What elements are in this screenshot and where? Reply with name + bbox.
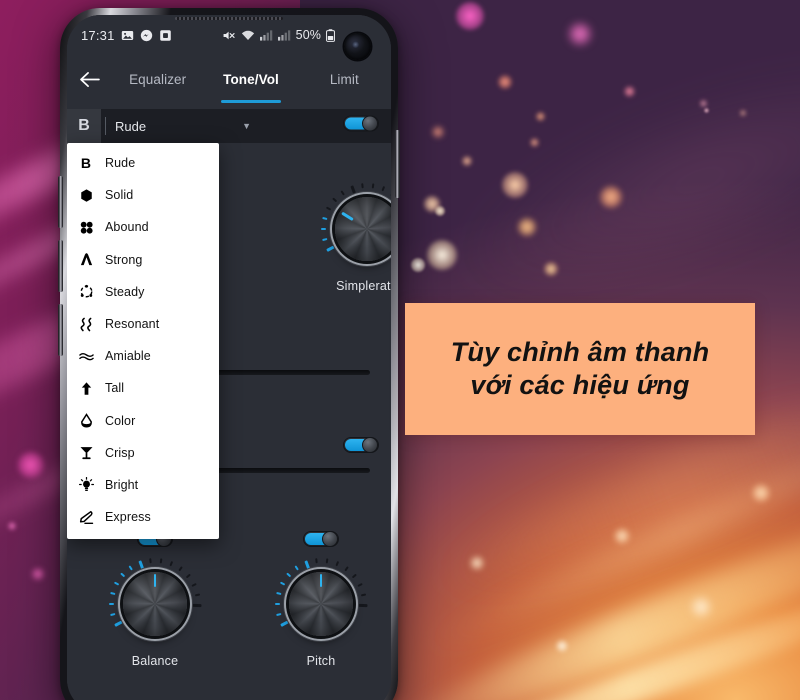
- bixby-button[interactable]: [58, 304, 63, 356]
- dropdown-item-tall[interactable]: Tall: [67, 372, 219, 404]
- back-arrow-icon[interactable]: [67, 71, 111, 88]
- dropdown-item-color[interactable]: Color: [67, 405, 219, 437]
- dropdown-item-label: Express: [105, 510, 151, 525]
- dropdown-item-resonant[interactable]: Resonant: [67, 308, 219, 340]
- dropdown-item-amiable[interactable]: Amiable: [67, 340, 219, 372]
- bold-b-icon: B: [79, 156, 105, 171]
- battery-percent-label: 50%: [295, 28, 321, 42]
- dropdown-item-label: Abound: [105, 220, 149, 235]
- callout-line-1: Tùy chỉnh âm thanh: [450, 337, 710, 368]
- dashed-circle-icon: [79, 284, 105, 299]
- peak-icon: [79, 252, 105, 267]
- promo-callout-box: Tùy chỉnh âm thanh với các hiệu ứng: [405, 303, 755, 435]
- effect-toggle-secondary[interactable]: [343, 437, 379, 458]
- phone-screen-bezel: 17:31 50% Equalizer Tone/Vol Limit B Rud…: [67, 15, 391, 700]
- wifi-icon: [241, 29, 255, 42]
- app-screen: 17:31 50% Equalizer Tone/Vol Limit B Rud…: [67, 15, 391, 700]
- dropdown-item-label: Amiable: [105, 349, 151, 364]
- dropdown-item-label: Color: [105, 413, 136, 428]
- front-camera-punch-hole: [344, 33, 371, 60]
- dropdown-item-solid[interactable]: Solid: [67, 179, 219, 211]
- dropdown-item-rude[interactable]: B Rude: [67, 147, 219, 179]
- status-clock: 17:31: [81, 27, 115, 43]
- messenger-icon: [140, 29, 153, 42]
- preset-badge-icon: B: [67, 109, 101, 143]
- knob-unit-pitch: Pitch: [275, 531, 368, 668]
- knob-pointer: [153, 574, 157, 587]
- knob-pitch[interactable]: [275, 558, 368, 650]
- dropdown-item-label: Steady: [105, 284, 145, 299]
- power-button[interactable]: [395, 130, 400, 198]
- pen-icon: [79, 510, 105, 525]
- preset-selected-label: Rude: [115, 118, 147, 134]
- tab-tone-vol[interactable]: Tone/Vol: [204, 55, 297, 103]
- phone-device-frame: 17:31 50% Equalizer Tone/Vol Limit B Rud…: [58, 8, 400, 700]
- navigation-tab-bar: Equalizer Tone/Vol Limit: [67, 55, 391, 103]
- knob-balance[interactable]: [109, 558, 202, 650]
- double-wave-icon: [79, 317, 105, 332]
- app-icon: [159, 29, 172, 42]
- tab-limit[interactable]: Limit: [298, 55, 391, 103]
- knob-simplerate[interactable]: [321, 183, 391, 275]
- hexagon-icon: [79, 188, 105, 203]
- dropdown-item-label: Bright: [105, 477, 139, 492]
- tab-equalizer[interactable]: Equalizer: [111, 55, 204, 103]
- knob-unit-balance: Balance: [109, 531, 202, 668]
- knob-pointer: [319, 574, 323, 587]
- knob-face: [335, 197, 391, 261]
- gallery-icon: [121, 29, 134, 42]
- preset-separator: [105, 117, 106, 135]
- dropdown-item-label: Tall: [105, 381, 125, 396]
- knob-unit-simplerate: Simplerate: [321, 183, 391, 293]
- pitch-toggle[interactable]: [275, 531, 367, 552]
- dropdown-item-crisp[interactable]: Crisp: [67, 437, 219, 469]
- cocktail-icon: [79, 445, 105, 460]
- dropdown-item-label: Resonant: [105, 317, 160, 332]
- four-dots-icon: [79, 220, 105, 235]
- knob-label-balance: Balance: [131, 654, 179, 668]
- preset-dropdown-menu[interactable]: B Rude Solid Abound Strong Steady Resona…: [67, 143, 219, 540]
- svg-text:B: B: [81, 156, 91, 171]
- knob-label-pitch: Pitch: [306, 654, 336, 668]
- master-power-toggle[interactable]: [343, 115, 379, 137]
- mute-icon: [222, 29, 236, 42]
- wavy-lines-icon: [79, 349, 105, 364]
- dropdown-item-strong[interactable]: Strong: [67, 244, 219, 276]
- chevron-down-icon[interactable]: ▼: [242, 121, 251, 131]
- volume-down-button[interactable]: [58, 240, 63, 292]
- signal-sim2-icon: [277, 29, 291, 41]
- knob-label-simplerate: Simplerate: [336, 279, 391, 293]
- dropdown-item-label: Strong: [105, 252, 143, 267]
- dropdown-item-steady[interactable]: Steady: [67, 276, 219, 308]
- dropdown-item-abound[interactable]: Abound: [67, 211, 219, 243]
- status-bar-right: 50%: [222, 15, 335, 55]
- dropdown-item-label: Solid: [105, 188, 134, 203]
- preset-selector-row[interactable]: B Rude ▼: [67, 109, 391, 143]
- lightbulb-icon: [79, 477, 105, 492]
- volume-up-button[interactable]: [58, 176, 63, 228]
- screenshot-stage: 17:31 50% Equalizer Tone/Vol Limit B Rud…: [0, 0, 800, 700]
- earpiece-speaker: [175, 17, 283, 20]
- status-bar: 17:31 50%: [67, 15, 391, 55]
- signal-sim1-icon: [259, 29, 273, 41]
- droplet-icon: [79, 413, 105, 428]
- dropdown-item-label: Rude: [105, 156, 136, 171]
- up-arrow-icon: [79, 381, 105, 396]
- callout-line-2: với các hiệu ứng: [470, 370, 690, 400]
- dropdown-item-express[interactable]: Express: [67, 501, 219, 533]
- battery-icon: [326, 28, 335, 42]
- tab-list: Equalizer Tone/Vol Limit: [111, 55, 391, 103]
- dropdown-item-bright[interactable]: Bright: [67, 469, 219, 501]
- dropdown-item-label: Crisp: [105, 445, 135, 460]
- status-bar-left: 17:31: [81, 28, 172, 43]
